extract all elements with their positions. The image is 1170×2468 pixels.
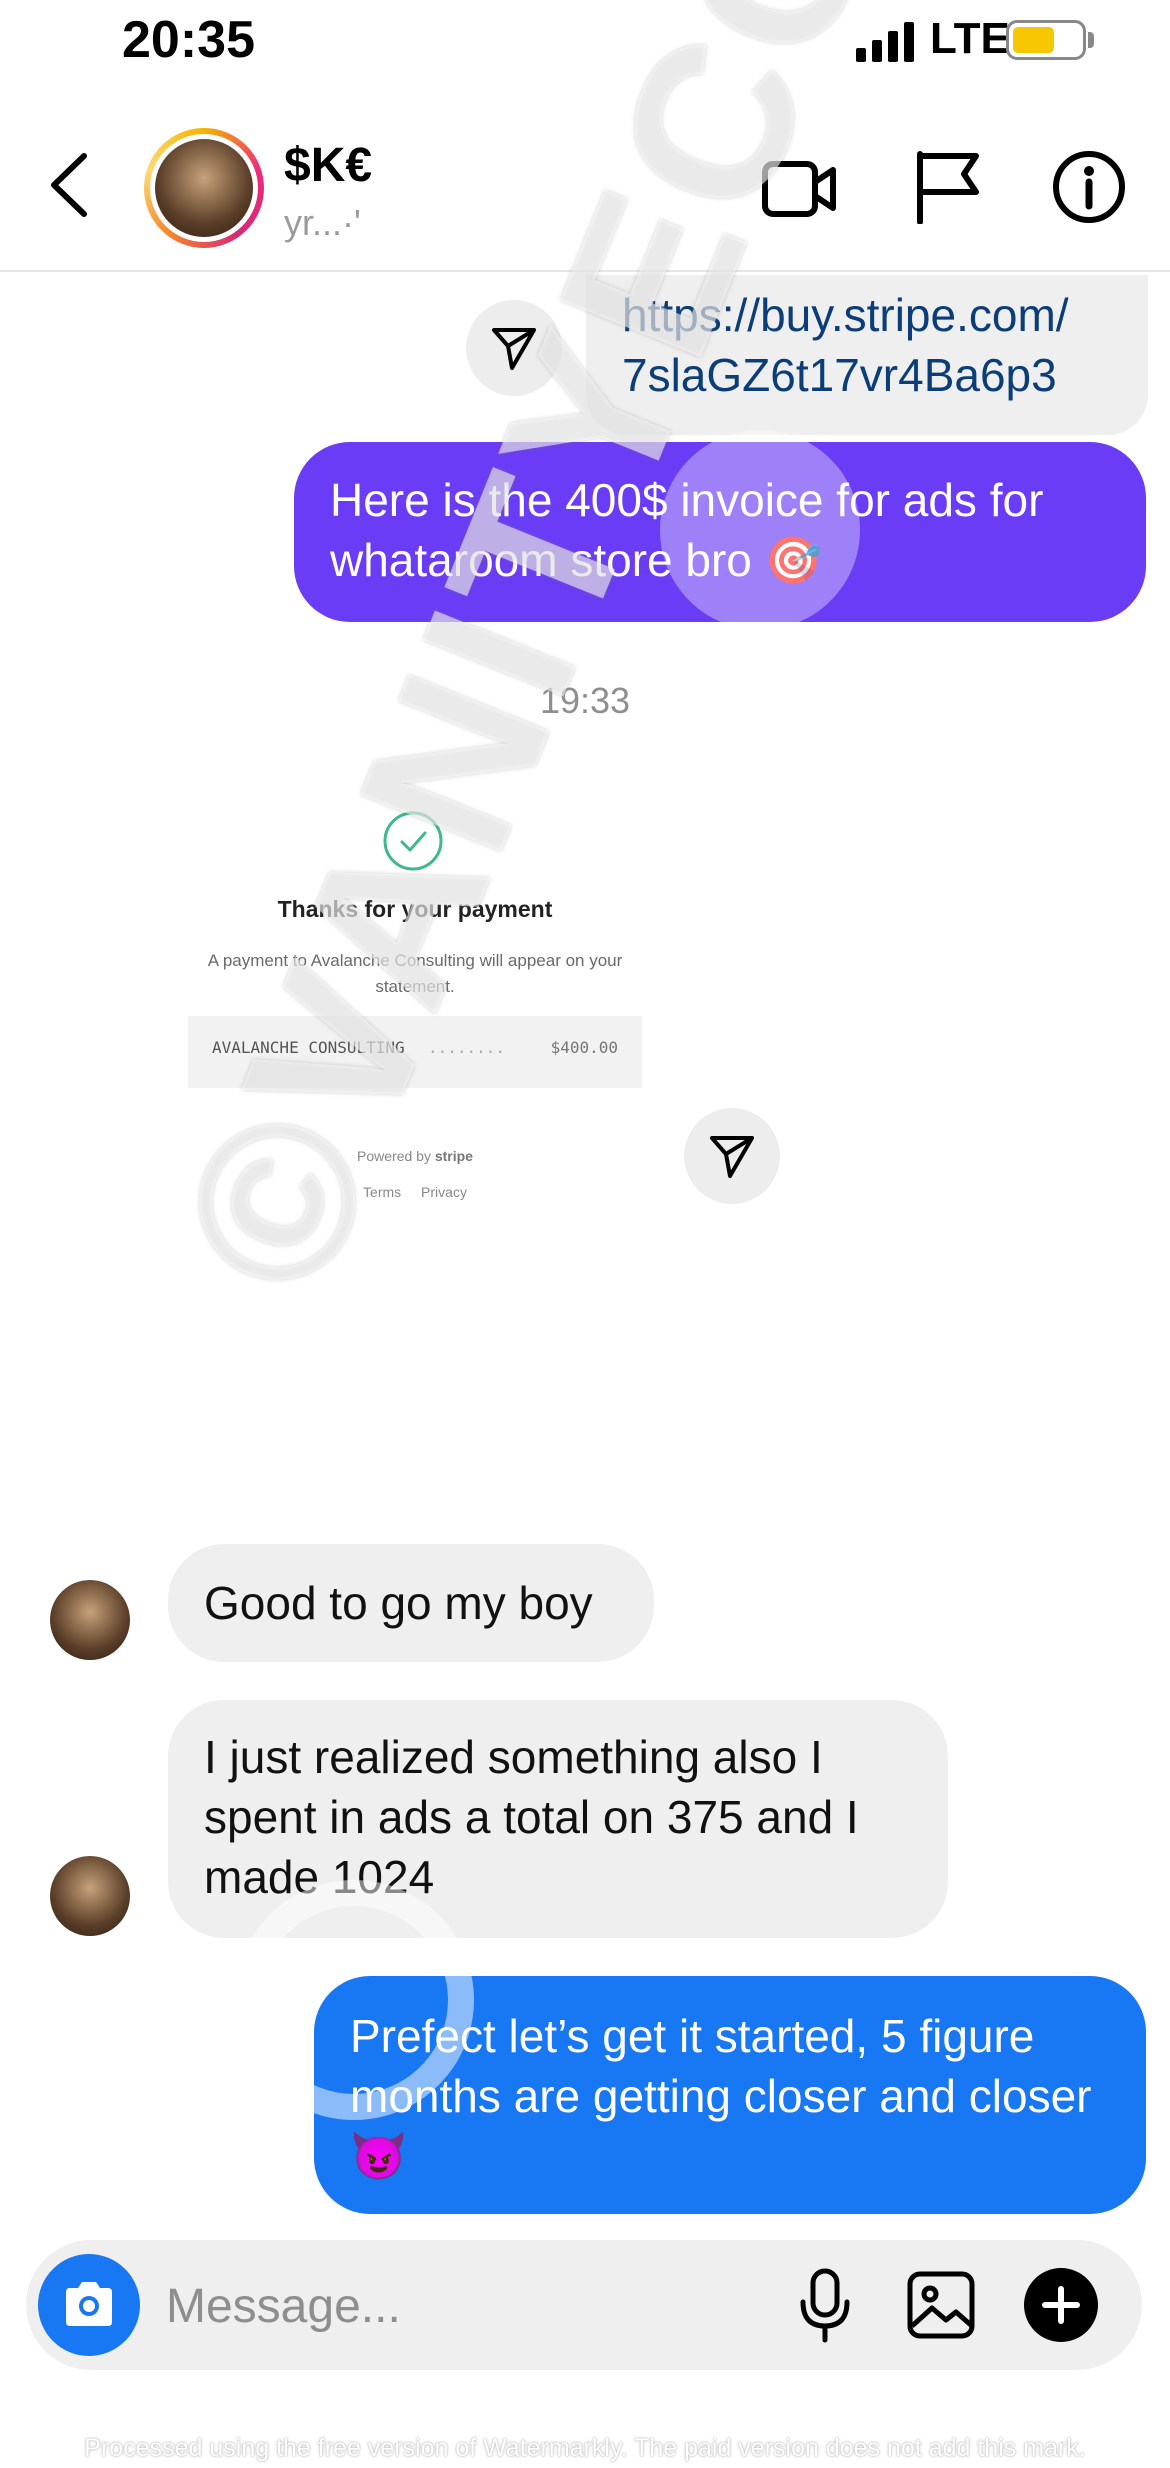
privacy-link: Privacy xyxy=(421,1184,467,1200)
battery-tip xyxy=(1088,32,1094,48)
receipt-screenshot[interactable]: Thanks for your payment A payment to Ava… xyxy=(170,790,660,1230)
message-bubble-sent[interactable]: Prefect let’s get it started, 5 figure m… xyxy=(314,1976,1146,2214)
receipt-amount: $400.00 xyxy=(550,1038,618,1057)
cellular-signal-icon xyxy=(856,22,914,62)
send-arrow-icon xyxy=(710,1136,754,1178)
receipt-merchant: AVALANCHE CONSULTING xyxy=(212,1038,405,1057)
receipt-dots: ........ xyxy=(428,1038,506,1057)
contact-username: yr...·' xyxy=(284,202,361,243)
gallery-icon[interactable] xyxy=(906,2270,976,2340)
message-bubble-received[interactable]: Good to go my boy xyxy=(168,1544,654,1662)
message-text: Good to go my boy xyxy=(204,1577,593,1629)
message-input[interactable] xyxy=(166,2274,686,2338)
video-call-icon[interactable] xyxy=(762,154,836,224)
message-text: Here is the 400$ invoice for ads for wha… xyxy=(330,474,1044,586)
message-timestamp: 19:33 xyxy=(539,680,631,721)
watermark-footer: Processed using the free version of Wate… xyxy=(84,2434,1086,2462)
sender-avatar[interactable] xyxy=(50,1580,130,1660)
message-bubble-received[interactable]: I just realized something also I spent i… xyxy=(168,1700,948,1938)
contact-avatar[interactable] xyxy=(144,128,264,248)
message-text: Prefect let’s get it started, 5 figure m… xyxy=(350,2010,1092,2182)
message-composer xyxy=(26,2240,1142,2370)
powered-by: Powered by stripe xyxy=(170,1148,660,1164)
battery-icon xyxy=(1006,20,1086,60)
send-arrow-icon xyxy=(492,328,536,370)
avatar-photo xyxy=(155,139,253,237)
status-time: 20:35 xyxy=(122,11,255,69)
share-button[interactable] xyxy=(466,300,562,396)
message-bubble-link[interactable]: https://buy.stripe.com/ 7slaGZ6t17vr4Ba6… xyxy=(586,275,1148,435)
share-button[interactable] xyxy=(684,1108,780,1204)
message-text: I just realized something also I spent i… xyxy=(204,1731,859,1903)
chat-header: $K€ yr...·' xyxy=(0,110,1170,272)
check-circle-icon xyxy=(383,811,443,871)
flag-icon[interactable] xyxy=(914,150,980,224)
receipt-links: Terms Privacy xyxy=(170,1184,660,1200)
stripe-logo: stripe xyxy=(434,1148,473,1164)
powered-by-label: Powered by xyxy=(357,1148,431,1164)
add-button[interactable] xyxy=(1024,2268,1098,2342)
sender-avatar[interactable] xyxy=(50,1856,130,1936)
network-type: LTE xyxy=(930,14,1010,63)
camera-button[interactable] xyxy=(38,2254,140,2356)
microphone-icon[interactable] xyxy=(798,2268,852,2344)
back-arrow-icon[interactable] xyxy=(44,150,94,220)
link-text[interactable]: https://buy.stripe.com/ 7slaGZ6t17vr4Ba6… xyxy=(622,285,1112,405)
receipt-title: Thanks for your payment xyxy=(277,896,553,922)
camera-icon xyxy=(66,2282,112,2326)
terms-link: Terms xyxy=(363,1184,402,1200)
plus-icon xyxy=(1042,2286,1080,2324)
receipt-line-item: AVALANCHE CONSULTING ........ $400.00 xyxy=(188,1016,642,1088)
info-icon[interactable] xyxy=(1052,150,1126,224)
message-bubble-sent[interactable]: Here is the 400$ invoice for ads for wha… xyxy=(294,442,1146,622)
contact-name[interactable]: $K€ xyxy=(284,138,372,193)
receipt-description: A payment to Avalanche Consulting will a… xyxy=(207,951,623,996)
